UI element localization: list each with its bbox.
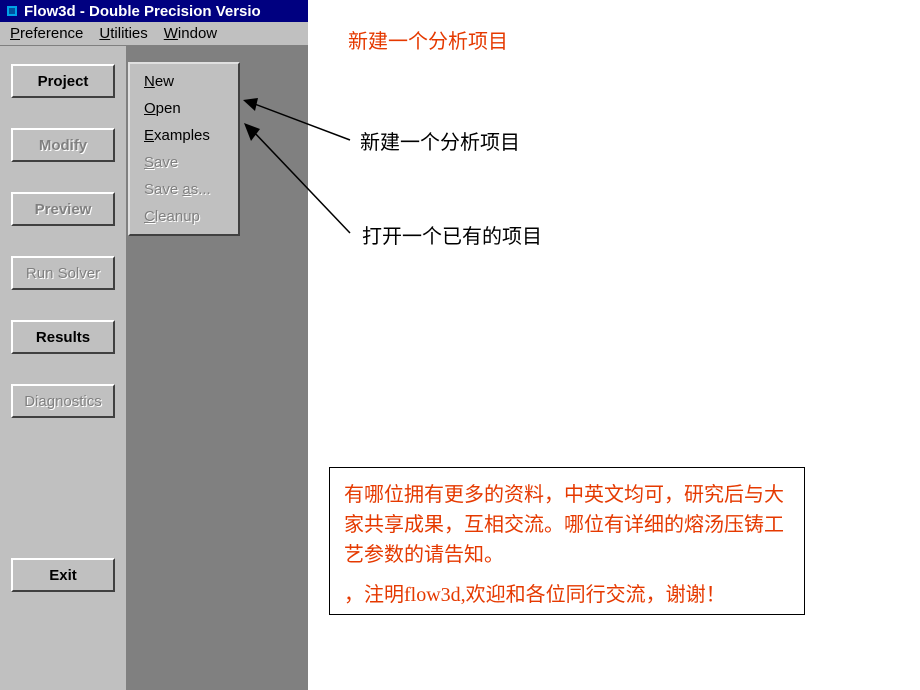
- results-button[interactable]: Results: [11, 320, 115, 354]
- open-arrow-label: 打开一个已有的项目: [362, 223, 542, 251]
- menu-cleanup: Cleanup: [130, 203, 238, 230]
- menubar: Preference Utilities Window: [0, 22, 308, 46]
- project-popup-menu: New Open Examples Save Save as... Cleanu…: [128, 62, 240, 236]
- heading-annotation: 新建一个分析项目: [348, 28, 508, 56]
- menu-open[interactable]: Open: [130, 95, 238, 122]
- run-solver-button[interactable]: Run Solver: [11, 256, 115, 290]
- app-icon: [4, 3, 20, 19]
- menu-window[interactable]: Window: [158, 23, 227, 44]
- menu-save: Save: [130, 149, 238, 176]
- note-paragraph-2: ，注明flow3d,欢迎和各位同行交流，谢谢！: [344, 580, 790, 610]
- menu-new[interactable]: New: [130, 68, 238, 95]
- diagnostics-button[interactable]: Diagnostics: [11, 384, 115, 418]
- note-box: 有哪位拥有更多的资料，中英文均可，研究后与大家共享成果，互相交流。哪位有详细的熔…: [329, 467, 805, 615]
- preview-button[interactable]: Preview: [11, 192, 115, 226]
- project-button[interactable]: Project: [11, 64, 115, 98]
- window-title: Flow3d - Double Precision Versio: [24, 3, 261, 20]
- titlebar: Flow3d - Double Precision Versio: [0, 0, 308, 22]
- sidebar: Project Modify Preview Run Solver Result…: [0, 46, 128, 690]
- menu-preference[interactable]: Preference: [4, 23, 93, 44]
- menu-examples[interactable]: Examples: [130, 122, 238, 149]
- exit-button[interactable]: Exit: [11, 558, 115, 592]
- menu-utilities[interactable]: Utilities: [93, 23, 157, 44]
- menu-save-as: Save as...: [130, 176, 238, 203]
- new-arrow-label: 新建一个分析项目: [360, 129, 520, 157]
- modify-button[interactable]: Modify: [11, 128, 115, 162]
- arrow-to-open: [240, 120, 360, 240]
- note-paragraph-1: 有哪位拥有更多的资料，中英文均可，研究后与大家共享成果，互相交流。哪位有详细的熔…: [344, 480, 790, 570]
